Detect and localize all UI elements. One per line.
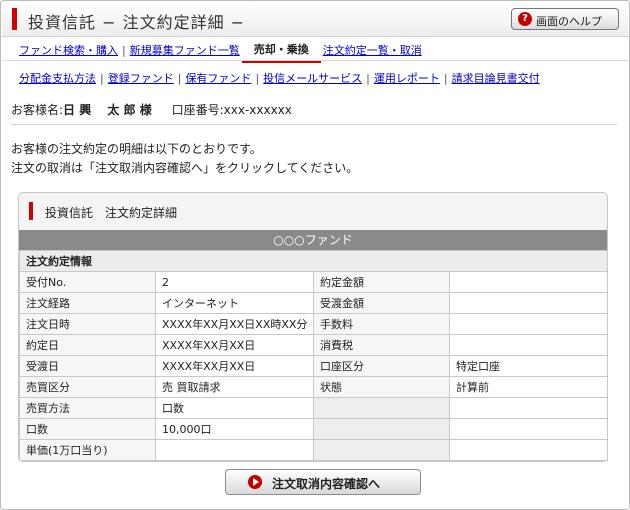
help-button-label: 画面のヘルプ (536, 15, 602, 28)
row-value (449, 334, 608, 356)
nav-reports[interactable]: 運用レポート (374, 72, 440, 85)
page-frame: 投資信託 − 注文約定詳細 − ? 画面のヘルプ ファンド検索・購入 | 新規募集フ… (0, 0, 630, 510)
customer-divider (11, 124, 617, 125)
row-value: 特定口座 (449, 355, 608, 377)
row-label: 受渡金額 (313, 292, 450, 314)
row-label: 手数料 (313, 313, 450, 335)
question-icon: ? (518, 12, 532, 26)
row-label: 口座区分 (313, 355, 450, 377)
table-row: 受付No. 2 約定金額 (19, 271, 608, 293)
play-arrow-icon (248, 475, 262, 489)
row-value: 10,000口 (155, 418, 314, 440)
row-label: 売買方法 (19, 397, 156, 419)
row-label: 口数 (19, 418, 156, 440)
row-label: 注文経路 (19, 292, 156, 314)
nav-distribution-method[interactable]: 分配金支払方法 (19, 72, 96, 85)
panel-header: 投資信託 注文約定詳細 (19, 193, 607, 229)
account-number: xxx-xxxxxx (223, 103, 292, 117)
row-label (313, 439, 450, 461)
page-title: 投資信託 − 注文約定詳細 − (28, 13, 246, 32)
row-value: 計算前 (449, 376, 608, 398)
row-value: XXXX年XX月XX日XX時XX分 (155, 313, 314, 335)
help-button[interactable]: ? 画面のヘルプ (511, 8, 619, 30)
order-detail-table: 注文約定情報 受付No. 2 約定金額 注文経路 インターネット 受渡金額 注文… (19, 250, 608, 461)
header-accent-bar (12, 8, 17, 30)
nav-separator: | (255, 72, 260, 85)
table-row: 売買区分 売 買取請求 状態 計算前 (19, 376, 608, 398)
nav-held-funds[interactable]: 保有ファンド (185, 72, 251, 85)
nav-new-funds[interactable]: 新規募集ファンド一覧 (130, 44, 240, 57)
row-value: XXXX年XX月XX日 (155, 334, 314, 356)
cancel-confirm-button[interactable]: 注文取消内容確認へ (225, 469, 421, 495)
row-value: 2 (155, 271, 314, 293)
row-label (313, 418, 450, 440)
row-label: 約定金額 (313, 271, 450, 293)
nav-separator: | (100, 72, 104, 85)
row-label (313, 397, 450, 419)
nav-separator: | (443, 72, 448, 85)
secondary-nav: 分配金支払方法 | 登録ファンド | 保有ファンド | 投信メールサービス | 運用レポート | 請… (19, 70, 540, 88)
row-value (449, 313, 608, 335)
row-value: XXXX年XX月XX日 (155, 355, 314, 377)
row-value (155, 439, 314, 461)
row-value (449, 271, 608, 293)
row-label: 注文日時 (19, 313, 156, 335)
panel-accent-bar (29, 202, 33, 220)
nav-separator: | (177, 72, 182, 85)
cancel-confirm-label: 注文取消内容確認へ (272, 477, 381, 491)
nav-divider (2, 60, 628, 61)
row-value (449, 418, 608, 440)
customer-name-label: お客様名: (11, 103, 64, 117)
row-value (449, 292, 608, 314)
table-row: 口数 10,000口 (19, 418, 608, 440)
info-message-1: お客様の注文約定の明細は以下のとおりです。 (11, 142, 262, 156)
table-row: 注文経路 インターネット 受渡金額 (19, 292, 608, 314)
table-section-row: 注文約定情報 (19, 250, 608, 272)
nav-order-list[interactable]: 注文約定一覧・取消 (323, 44, 422, 57)
nav-separator: | (366, 72, 370, 85)
order-detail-panel: 投資信託 注文約定詳細 ○○○ファンド 注文約定情報 受付No. 2 約定金額 … (18, 192, 608, 462)
nav-fund-search[interactable]: ファンド検索・購入 (19, 44, 118, 57)
table-row: 売買方法 口数 (19, 397, 608, 419)
table-row: 受渡日 XXXX年XX月XX日 口座区分 特定口座 (19, 355, 608, 377)
row-value: 口数 (155, 397, 314, 419)
nav-separator: | (122, 44, 126, 57)
nav-registered-funds[interactable]: 登録ファンド (108, 72, 174, 85)
row-value (449, 439, 608, 461)
info-message-2: 注文の取消は「注文取消内容確認へ」をクリックしてください。 (11, 161, 359, 175)
section-title: 注文約定情報 (19, 250, 608, 272)
nav-mail-service[interactable]: 投信メールサービス (263, 72, 362, 85)
page-header: 投資信託 − 注文約定詳細 − ? 画面のヘルプ (2, 2, 628, 37)
row-label: 単価(1万口当り) (19, 439, 156, 461)
row-label: 約定日 (19, 334, 156, 356)
table-row: 単価(1万口当り) (19, 439, 608, 461)
row-value: 売 買取請求 (155, 376, 314, 398)
row-label: 受渡日 (19, 355, 156, 377)
table-row: 約定日 XXXX年XX月XX日 消費税 (19, 334, 608, 356)
fund-name-bar: ○○○ファンド (19, 230, 607, 250)
row-label: 受付No. (19, 271, 156, 293)
customer-name: 日 興 太 郎 様 (63, 103, 152, 117)
table-row: 注文日時 XXXX年XX月XX日XX時XX分 手数料 (19, 313, 608, 335)
row-label: 状態 (313, 376, 450, 398)
nav-prospectus[interactable]: 請求目論見書交付 (452, 72, 540, 85)
panel-title: 投資信託 注文約定詳細 (45, 206, 178, 220)
row-label: 消費税 (313, 334, 450, 356)
row-value: インターネット (155, 292, 314, 314)
row-label: 売買区分 (19, 376, 156, 398)
customer-info: お客様名:日 興 太 郎 様 口座番号:xxx-xxxxxx (11, 101, 292, 118)
row-value (449, 397, 608, 419)
primary-nav: ファンド検索・購入 | 新規募集ファンド一覧 売却・乗換 注文約定一覧・取消 (19, 40, 422, 63)
account-number-label: 口座番号: (171, 103, 224, 117)
